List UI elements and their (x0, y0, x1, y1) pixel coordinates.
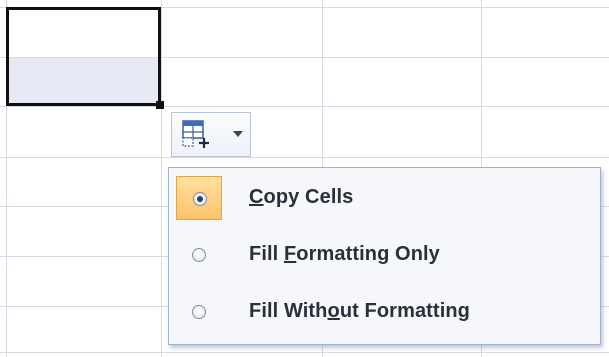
radio-dot (197, 196, 203, 202)
menu-item-label: Fill Formatting Only (249, 243, 440, 265)
menu-item-label: Fill Without Formatting (249, 300, 470, 322)
menu-item-fill-formatting-only[interactable]: Fill Formatting Only (173, 231, 596, 281)
autofill-options-icon (182, 120, 209, 148)
cell-selection-border[interactable] (6, 7, 161, 106)
autofill-options-button[interactable] (171, 112, 251, 157)
autofill-options-menu: Copy Cells Fill Formatting Only Fill Wit… (168, 167, 601, 345)
menu-item-label: Copy Cells (249, 186, 354, 208)
gridline (161, 0, 162, 357)
menu-item-copy-cells[interactable]: Copy Cells (173, 174, 596, 224)
gridline (0, 157, 609, 158)
radio-button-checked[interactable] (193, 192, 207, 206)
chevron-down-icon[interactable] (231, 128, 245, 140)
menu-item-fill-without-formatting[interactable]: Fill Without Formatting (173, 288, 596, 338)
radio-cell (176, 290, 222, 334)
radio-cell-highlight (176, 176, 222, 220)
gridline (0, 106, 609, 107)
gridline (0, 352, 609, 353)
radio-button[interactable] (192, 248, 206, 262)
fill-handle[interactable] (156, 101, 164, 109)
radio-button[interactable] (192, 305, 206, 319)
radio-cell (176, 233, 222, 277)
spreadsheet-grid[interactable]: Copy Cells Fill Formatting Only Fill Wit… (0, 0, 609, 357)
